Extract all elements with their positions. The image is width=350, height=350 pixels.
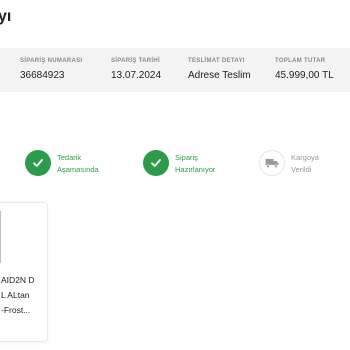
order-number-value: 36684923 xyxy=(20,70,65,81)
product-image xyxy=(0,211,1,263)
step-shipped-status xyxy=(259,150,285,176)
product-card[interactable]: AID2N D L ALtan -Frost... xyxy=(0,202,48,342)
total-amount-value: 45.999,00 TL xyxy=(275,70,334,81)
delivery-detail-label: TESLİMAT DETAYI xyxy=(188,58,245,64)
check-icon xyxy=(33,159,43,167)
order-summary-bar: SİPARİŞ NUMARASI 36684923 SİPARİŞ TARİHİ… xyxy=(0,48,350,92)
step-shipped-label: Kargoya Verildi xyxy=(291,153,319,174)
product-title: AID2N D L ALtan -Frost... xyxy=(1,275,35,315)
delivery-detail-column: TESLİMAT DETAYI Adrese Teslim xyxy=(188,58,251,81)
order-date-column: SİPARİŞ TARİHİ 13.07.2024 xyxy=(111,58,161,81)
order-date-label: SİPARİŞ TARİHİ xyxy=(111,58,160,64)
step-preparing-status xyxy=(143,150,169,176)
step-supply-status xyxy=(25,150,51,176)
step-supply-label: Tedarik Aşamasında xyxy=(57,153,99,174)
step-preparing-label: Sipariş Hazırlanıyor xyxy=(175,153,216,174)
total-amount-column: TOPLAM TUTAR 45.999,00 TL xyxy=(275,58,334,81)
order-number-column: SİPARİŞ NUMARASI 36684923 xyxy=(20,58,82,81)
order-number-label: SİPARİŞ NUMARASI xyxy=(20,58,83,64)
order-date-value: 13.07.2024 xyxy=(111,70,162,81)
total-amount-label: TOPLAM TUTAR xyxy=(275,58,326,64)
page-title: yı xyxy=(0,8,12,25)
delivery-detail-value: Adrese Teslim xyxy=(188,70,251,81)
truck-icon xyxy=(265,159,279,169)
check-icon xyxy=(151,159,161,167)
